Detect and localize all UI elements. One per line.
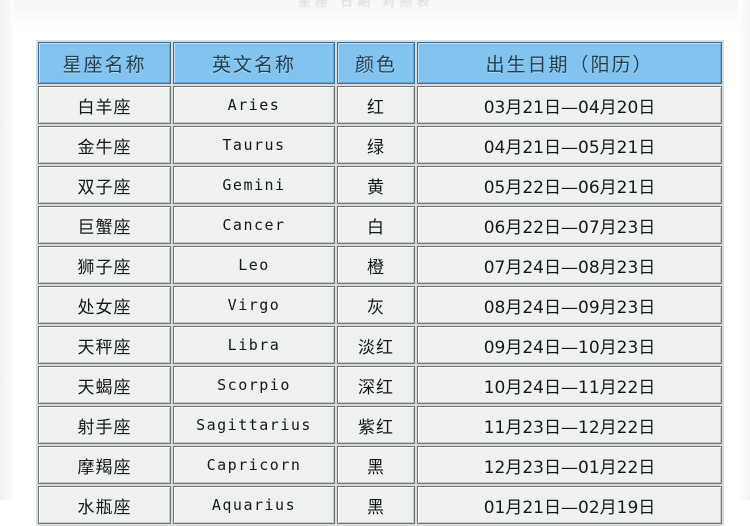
zodiac-date-cell: 11月23日—12月22日 [417, 406, 722, 444]
column-header-birthdate[interactable]: 出生日期（阳历） [417, 42, 722, 84]
zodiac-english-cell: Leo [173, 246, 335, 284]
zodiac-english-cell: Virgo [173, 286, 335, 324]
zodiac-color-cell: 橙 [337, 246, 415, 284]
zodiac-name-cell: 白羊座 [38, 86, 171, 124]
table-row[interactable]: 金牛座 Taurus 绿 04月21日—05月21日 [38, 126, 722, 164]
zodiac-name-cell: 射手座 [38, 406, 171, 444]
page-gutter-left [0, 0, 14, 500]
zodiac-english-cell: Sagittarius [173, 406, 335, 444]
zodiac-date-cell: 05月22日—06月21日 [417, 166, 722, 204]
page-gutter-right [738, 0, 750, 500]
zodiac-name-cell: 天蝎座 [38, 366, 171, 404]
zodiac-english-cell: Taurus [173, 126, 335, 164]
column-header-name[interactable]: 星座名称 [38, 42, 171, 84]
zodiac-color-cell: 黑 [337, 486, 415, 524]
zodiac-english-cell: Libra [173, 326, 335, 364]
table-row[interactable]: 白羊座 Aries 红 03月21日—04月20日 [38, 86, 722, 124]
zodiac-date-cell: 08月24日—09月23日 [417, 286, 722, 324]
zodiac-english-cell: Aries [173, 86, 335, 124]
zodiac-english-cell: Capricorn [173, 446, 335, 484]
table-row[interactable]: 射手座 Sagittarius 紫红 11月23日—12月22日 [38, 406, 722, 444]
zodiac-date-cell: 06月22日—07月23日 [417, 206, 722, 244]
zodiac-date-cell: 07月24日—08月23日 [417, 246, 722, 284]
zodiac-name-cell: 处女座 [38, 286, 171, 324]
zodiac-name-cell: 水瓶座 [38, 486, 171, 524]
table-row[interactable]: 双子座 Gemini 黄 05月22日—06月21日 [38, 166, 722, 204]
header-row: 星座名称 英文名称 颜色 出生日期（阳历） [38, 42, 722, 84]
zodiac-name-cell: 金牛座 [38, 126, 171, 164]
table-row[interactable]: 摩羯座 Capricorn 黑 12月23日—01月22日 [38, 446, 722, 484]
zodiac-english-cell: Cancer [173, 206, 335, 244]
zodiac-date-cell: 04月21日—05月21日 [417, 126, 722, 164]
table-row[interactable]: 天秤座 Libra 淡红 09月24日—10月23日 [38, 326, 722, 364]
zodiac-date-cell: 03月21日—04月20日 [417, 86, 722, 124]
column-header-color[interactable]: 颜色 [337, 42, 415, 84]
zodiac-name-cell: 天秤座 [38, 326, 171, 364]
zodiac-color-cell: 绿 [337, 126, 415, 164]
zodiac-color-cell: 灰 [337, 286, 415, 324]
zodiac-color-cell: 紫红 [337, 406, 415, 444]
table-row[interactable]: 天蝎座 Scorpio 深红 10月24日—11月22日 [38, 366, 722, 404]
page-background: 星座 日期 对照表 星座名称 英文名称 颜色 出生日期（阳历） 白羊座Aries… [0, 0, 750, 526]
zodiac-color-cell: 黑 [337, 446, 415, 484]
zodiac-name-cell: 摩羯座 [38, 446, 171, 484]
table-row[interactable]: 水瓶座 Aquarius 黑 01月21日—02月19日 [38, 486, 722, 524]
zodiac-english-cell: Scorpio [173, 366, 335, 404]
table-header: 星座名称 英文名称 颜色 出生日期（阳历） [38, 42, 722, 84]
zodiac-name-cell: 巨蟹座 [38, 206, 171, 244]
table-row[interactable]: 巨蟹座 Cancer 白 06月22日—07月23日 [38, 206, 722, 244]
zodiac-color-cell: 黄 [337, 166, 415, 204]
zodiac-name-cell: 狮子座 [38, 246, 171, 284]
column-header-english[interactable]: 英文名称 [173, 42, 335, 84]
zodiac-name-cell: 双子座 [38, 166, 171, 204]
zodiac-table: 星座名称 英文名称 颜色 出生日期（阳历） 白羊座 Aries 红 03月21日—04… [36, 40, 724, 526]
zodiac-date-cell: 12月23日—01月22日 [417, 446, 722, 484]
cropped-title-text: 星座 日期 对照表 [298, 0, 478, 7]
zodiac-color-cell: 淡红 [337, 326, 415, 364]
zodiac-color-cell: 深红 [337, 366, 415, 404]
zodiac-color-cell: 白 [337, 206, 415, 244]
table-row[interactable]: 处女座 Virgo 灰 08月24日—09月23日 [38, 286, 722, 324]
zodiac-date-cell: 10月24日—11月22日 [417, 366, 722, 404]
zodiac-date-cell: 09月24日—10月23日 [417, 326, 722, 364]
zodiac-english-cell: Aquarius [173, 486, 335, 524]
table-body: 白羊座 Aries 红 03月21日—04月20日 金牛座 Taurus 绿 04月21日—0… [38, 86, 722, 524]
zodiac-english-cell: Gemini [173, 166, 335, 204]
zodiac-date-cell: 01月21日—02月19日 [417, 486, 722, 524]
zodiac-color-cell: 红 [337, 86, 415, 124]
table-row[interactable]: 狮子座 Leo 橙 07月24日—08月23日 [38, 246, 722, 284]
